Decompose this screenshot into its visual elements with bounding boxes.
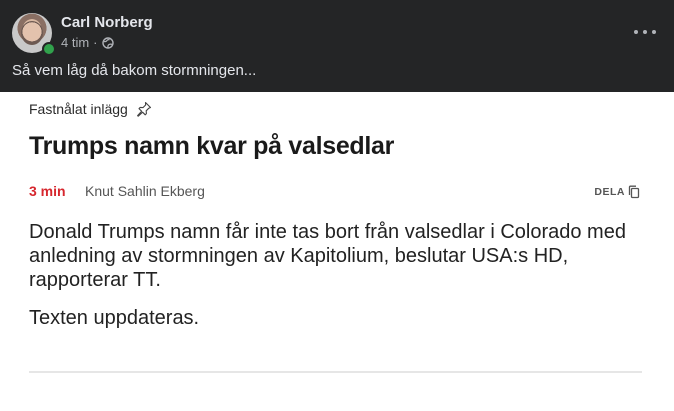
article-headline[interactable]: Trumps namn kvar på valsedlar	[29, 132, 394, 161]
more-horizontal-icon-dot	[643, 30, 647, 34]
avatar[interactable]	[12, 13, 56, 56]
pinned-label: Fastnålat inlägg	[29, 101, 152, 117]
more-horizontal-icon-dot	[652, 30, 656, 34]
meta-separator: ·	[93, 35, 98, 50]
article-body: Donald Trumps namn får inte tas bort frå…	[29, 221, 626, 291]
share-label: DELA	[594, 186, 625, 198]
more-options-button[interactable]	[634, 22, 656, 42]
article-byline: Knut Sahlin Ekberg	[85, 183, 205, 199]
author-name[interactable]: Carl Norberg	[61, 14, 153, 31]
pinned-label-text: Fastnålat inlägg	[29, 101, 128, 117]
globe-icon	[101, 36, 114, 49]
update-note: Texten uppdateras.	[29, 307, 200, 329]
avatar-image	[21, 21, 43, 45]
reading-time-badge: 3 min	[29, 183, 66, 199]
post-header: Carl Norberg 4 tim · Så vem låg då bakom…	[0, 0, 674, 92]
divider	[29, 371, 642, 373]
copy-icon	[628, 185, 640, 199]
shared-article[interactable]: Fastnålat inlägg Trumps namn kvar på val…	[0, 92, 674, 411]
online-status-indicator	[42, 42, 56, 56]
share-button[interactable]: DELA	[594, 185, 640, 199]
post-meta: 4 tim ·	[61, 35, 114, 50]
more-horizontal-icon	[634, 30, 638, 34]
pin-icon	[136, 101, 151, 117]
post-timestamp[interactable]: 4 tim	[61, 35, 89, 50]
post-text: Så vem låg då bakom stormningen...	[12, 62, 257, 79]
